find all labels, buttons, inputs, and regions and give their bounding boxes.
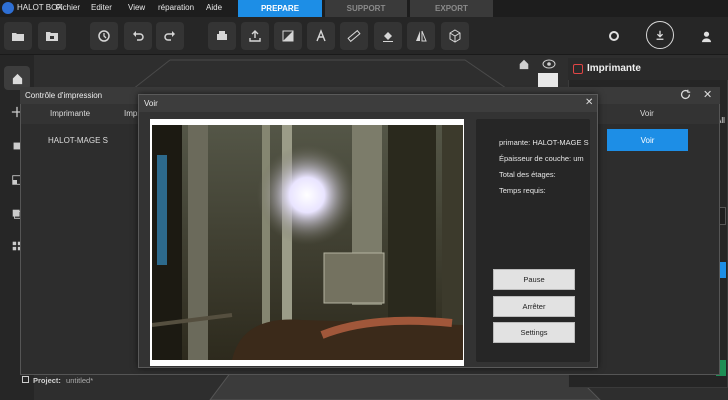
camera-view-close-button[interactable]: ✕ (585, 97, 593, 108)
slice-icon (282, 30, 294, 42)
menu-view[interactable]: View (128, 3, 145, 12)
print-control-close-button[interactable]: ✕ (703, 88, 712, 101)
measure-icon (347, 29, 361, 43)
print-button[interactable] (208, 22, 236, 50)
eye-icon[interactable] (542, 59, 556, 71)
info-total-layers: Total des étages: (499, 170, 556, 179)
refresh-button[interactable] (680, 89, 691, 102)
redo-button[interactable] (156, 22, 184, 50)
menu-reparation[interactable]: réparation (158, 3, 194, 12)
user-button[interactable] (692, 22, 720, 50)
settings-button[interactable] (600, 22, 628, 50)
export-button[interactable] (241, 22, 269, 50)
export-icon (249, 30, 261, 42)
info-time-required: Temps requis: (499, 186, 546, 195)
view-cube-icon[interactable] (538, 73, 558, 87)
paint-bucket-icon (383, 32, 393, 42)
project-indicator: Project: untitled* (22, 376, 93, 385)
cube-icon (449, 29, 461, 43)
printer-panel-title: Imprimante (587, 63, 641, 74)
refresh-icon (680, 89, 691, 100)
project-label: Project: (33, 376, 61, 385)
gear-icon (609, 31, 619, 41)
column-header-printer: Imprimante (50, 109, 91, 118)
user-icon (701, 31, 711, 42)
folder-open-icon (12, 33, 24, 41)
mirror-button[interactable] (407, 22, 435, 50)
history-icon (98, 30, 110, 42)
printer-status-icon (573, 64, 583, 74)
column-header-voir: Voir (640, 109, 654, 118)
slice-button[interactable] (274, 22, 302, 50)
print-control-title: Contrôle d'impression (25, 91, 103, 100)
download-button[interactable] (646, 21, 674, 49)
paint-button[interactable] (374, 22, 402, 50)
download-icon (656, 30, 664, 40)
open-file-button[interactable] (4, 22, 32, 50)
pause-button[interactable]: Pause (493, 269, 575, 290)
text-button[interactable] (307, 22, 335, 50)
camera-view-title: Voir (144, 99, 158, 108)
camera-view-titlebar (139, 95, 597, 112)
stop-button[interactable]: Arrêter (493, 296, 575, 317)
print-icon (217, 31, 227, 40)
info-layer-thickness: Épaisseur de couche: um (499, 154, 584, 163)
measure-button[interactable] (340, 22, 368, 50)
voir-button[interactable]: Voir (607, 129, 688, 151)
camera-image (152, 125, 463, 360)
project-name: untitled* (66, 376, 94, 385)
menu-editer[interactable]: Editer (91, 3, 112, 12)
settings-print-button[interactable]: Settings (493, 322, 575, 343)
tab-support[interactable]: SUPPORT (325, 0, 407, 17)
undo-button[interactable] (124, 22, 152, 50)
redo-icon (164, 31, 175, 41)
table-row-printer-name: HALOT-MAGE S (48, 136, 109, 145)
undo-icon (133, 31, 144, 41)
home-view-icon[interactable] (518, 58, 530, 72)
tab-export[interactable]: EXPORT (410, 0, 493, 17)
menu-fichier[interactable]: Fichier (56, 3, 80, 12)
info-printer: primante: HALOT-MAGE S (499, 138, 589, 147)
menu-aide[interactable]: Aide (206, 3, 222, 12)
save-file-button[interactable] (38, 22, 66, 50)
history-button[interactable] (90, 22, 118, 50)
text-icon (316, 29, 326, 42)
model-button[interactable] (441, 22, 469, 50)
folder-save-icon (46, 32, 58, 41)
home-icon (12, 73, 22, 84)
tab-prepare[interactable]: PREPARE (238, 0, 322, 17)
camera-feed (152, 125, 463, 360)
app-logo-icon (2, 2, 14, 14)
mirror-icon (416, 30, 427, 42)
project-icon (22, 376, 29, 383)
